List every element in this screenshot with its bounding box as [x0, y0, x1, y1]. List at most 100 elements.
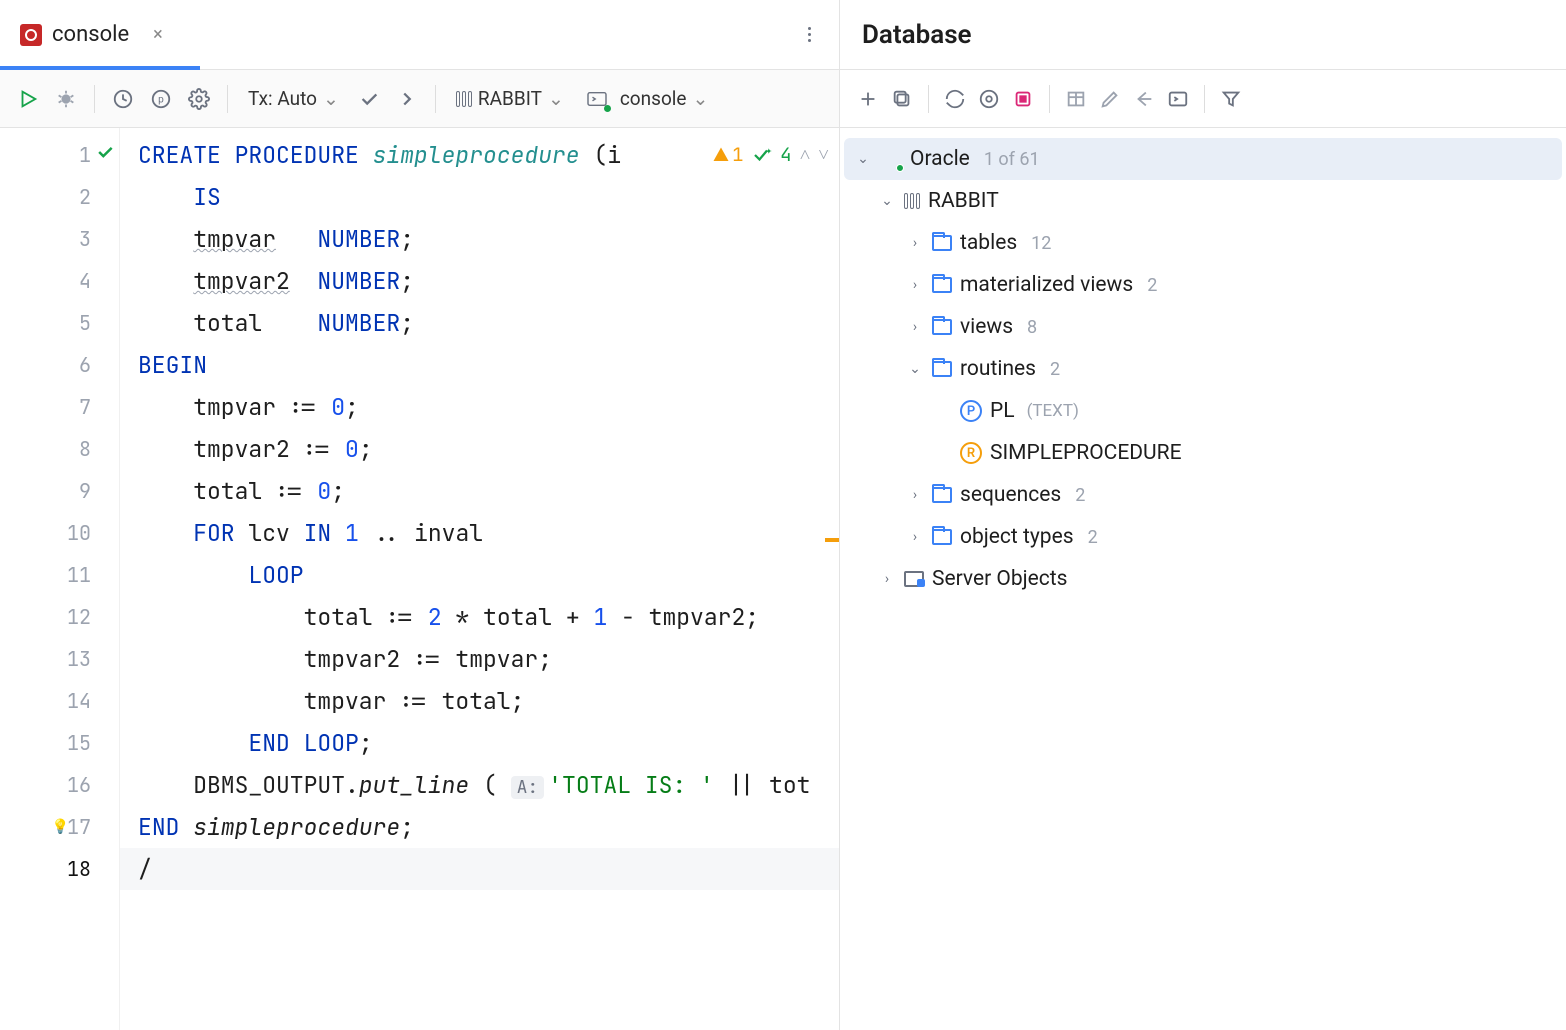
- gutter-line[interactable]: 3: [0, 218, 119, 260]
- session-dropdown[interactable]: console ⌄: [580, 87, 715, 110]
- gutter-line[interactable]: 12: [0, 596, 119, 638]
- gutter-line[interactable]: 7: [0, 386, 119, 428]
- chevron-down-icon[interactable]: ⌄: [878, 193, 896, 209]
- code-line[interactable]: END simpleprocedure;: [120, 806, 839, 848]
- tab-label: console: [52, 22, 129, 47]
- folder-object-types[interactable]: › object types 2: [844, 516, 1562, 558]
- folder-icon: [932, 319, 952, 335]
- gutter-line[interactable]: 6: [0, 344, 119, 386]
- gutter-line[interactable]: 8: [0, 428, 119, 470]
- playground-button[interactable]: p: [147, 85, 175, 113]
- oracle-icon: [20, 24, 42, 46]
- query-console-button[interactable]: [1164, 85, 1192, 113]
- gutter-line[interactable]: 18: [0, 848, 119, 890]
- commit-button[interactable]: [355, 85, 383, 113]
- datasource-counter: 1 of 61: [984, 149, 1040, 170]
- tab-console[interactable]: console ×: [0, 0, 183, 69]
- code-line[interactable]: END LOOP;: [120, 722, 839, 764]
- chevron-down-icon[interactable]: ⌄: [906, 361, 924, 377]
- chevron-right-icon[interactable]: ›: [906, 319, 924, 335]
- chevron-right-icon[interactable]: ›: [906, 529, 924, 545]
- schema-dropdown[interactable]: RABBIT ⌄: [450, 87, 570, 110]
- edit-button[interactable]: [1096, 85, 1124, 113]
- gutter-line[interactable]: 14: [0, 680, 119, 722]
- settings-button[interactable]: [185, 85, 213, 113]
- refresh-button[interactable]: [941, 85, 969, 113]
- code-line[interactable]: tmpvar2 := tmpvar;: [120, 638, 839, 680]
- tx-mode-dropdown[interactable]: Tx: Auto ⌄: [242, 87, 345, 110]
- routine-pl[interactable]: P PL (TEXT): [844, 390, 1562, 432]
- debug-button[interactable]: [52, 85, 80, 113]
- schema-node-rabbit[interactable]: ⌄ RABBIT: [844, 180, 1562, 222]
- datasource-node-oracle[interactable]: ⌄ Oracle 1 of 61: [844, 138, 1562, 180]
- folder-routines[interactable]: ⌄ routines 2: [844, 348, 1562, 390]
- code-line[interactable]: total := 2 * total + 1 - tmpvar2;: [120, 596, 839, 638]
- jump-to-source-button[interactable]: [1130, 85, 1158, 113]
- code-editor[interactable]: 1234567891011121314151617💡18 1 ✦ 4 ˄ ˅ C…: [0, 128, 839, 1030]
- chevron-right-icon[interactable]: ›: [906, 277, 924, 293]
- new-button[interactable]: [854, 85, 882, 113]
- session-label: console: [620, 87, 687, 110]
- datasource-properties-button[interactable]: [975, 85, 1003, 113]
- code-line[interactable]: FOR lcv IN 1 .. inval: [120, 512, 839, 554]
- folder-icon: [932, 361, 952, 377]
- gutter-line[interactable]: 13: [0, 638, 119, 680]
- code-line[interactable]: tmpvar2 NUMBER;: [120, 260, 839, 302]
- gutter-line[interactable]: 2: [0, 176, 119, 218]
- code-line[interactable]: tmpvar := 0;: [120, 386, 839, 428]
- history-button[interactable]: [109, 85, 137, 113]
- folder-views[interactable]: › views 8: [844, 306, 1562, 348]
- schema-label: RABBIT: [928, 189, 999, 213]
- folder-tables[interactable]: › tables 12: [844, 222, 1562, 264]
- code-line[interactable]: tmpvar := total;: [120, 680, 839, 722]
- gutter-line[interactable]: 9: [0, 470, 119, 512]
- code-line[interactable]: tmpvar NUMBER;: [120, 218, 839, 260]
- code-line[interactable]: BEGIN: [120, 344, 839, 386]
- chevron-right-icon[interactable]: ›: [878, 571, 896, 587]
- folder-sequences[interactable]: › sequences 2: [844, 474, 1562, 516]
- chevron-right-icon[interactable]: ›: [906, 487, 924, 503]
- gutter-line[interactable]: 10: [0, 512, 119, 554]
- code-line[interactable]: tmpvar2 := 0;: [120, 428, 839, 470]
- folder-label: object types: [960, 525, 1074, 549]
- code-line[interactable]: total := 0;: [120, 470, 839, 512]
- table-view-button[interactable]: [1062, 85, 1090, 113]
- code-line[interactable]: total NUMBER;: [120, 302, 839, 344]
- code-line[interactable]: LOOP: [120, 554, 839, 596]
- gutter-line[interactable]: 5: [0, 302, 119, 344]
- svg-text:p: p: [158, 94, 164, 105]
- intention-bulb-icon[interactable]: 💡: [52, 806, 69, 848]
- code-area[interactable]: 1 ✦ 4 ˄ ˅ CREATE PROCEDURE simpleprocedu…: [120, 128, 839, 1030]
- rollback-button[interactable]: [393, 85, 421, 113]
- gutter-line[interactable]: 15: [0, 722, 119, 764]
- chevron-down-icon[interactable]: ⌄: [854, 151, 872, 167]
- duplicate-button[interactable]: [888, 85, 916, 113]
- routine-simpleprocedure[interactable]: R SIMPLEPROCEDURE: [844, 432, 1562, 474]
- stop-button[interactable]: [1009, 85, 1037, 113]
- filter-button[interactable]: [1217, 85, 1245, 113]
- schema-label: RABBIT: [478, 87, 542, 110]
- gutter-line[interactable]: 1: [0, 134, 119, 176]
- folder-materialized-views[interactable]: › materialized views 2: [844, 264, 1562, 306]
- folder-label: views: [960, 315, 1013, 339]
- folder-icon: [932, 529, 952, 545]
- checkmark-icon: [95, 134, 115, 176]
- editor-panel: console × p Tx: Auto ⌄: [0, 0, 840, 1030]
- run-button[interactable]: [14, 85, 42, 113]
- folder-icon: [932, 487, 952, 503]
- code-line[interactable]: DBMS_OUTPUT.put_line ( A:'TOTAL IS: ' ||…: [120, 764, 839, 806]
- server-objects-node[interactable]: › Server Objects: [844, 558, 1562, 600]
- gutter-line[interactable]: 4: [0, 260, 119, 302]
- gutter-line[interactable]: 17💡: [0, 806, 119, 848]
- code-line[interactable]: CREATE PROCEDURE simpleprocedure (i: [120, 134, 839, 176]
- code-line[interactable]: IS: [120, 176, 839, 218]
- gutter-line[interactable]: 11: [0, 554, 119, 596]
- oracle-icon: [880, 148, 902, 170]
- gutter-line[interactable]: 16: [0, 764, 119, 806]
- tab-overflow-menu[interactable]: [797, 27, 821, 42]
- code-line[interactable]: /: [120, 848, 839, 890]
- database-tree[interactable]: ⌄ Oracle 1 of 61 ⌄ RABBIT › tables 12 › …: [840, 128, 1566, 610]
- close-icon[interactable]: ×: [153, 24, 163, 45]
- folder-label: sequences: [960, 483, 1061, 507]
- chevron-right-icon[interactable]: ›: [906, 235, 924, 251]
